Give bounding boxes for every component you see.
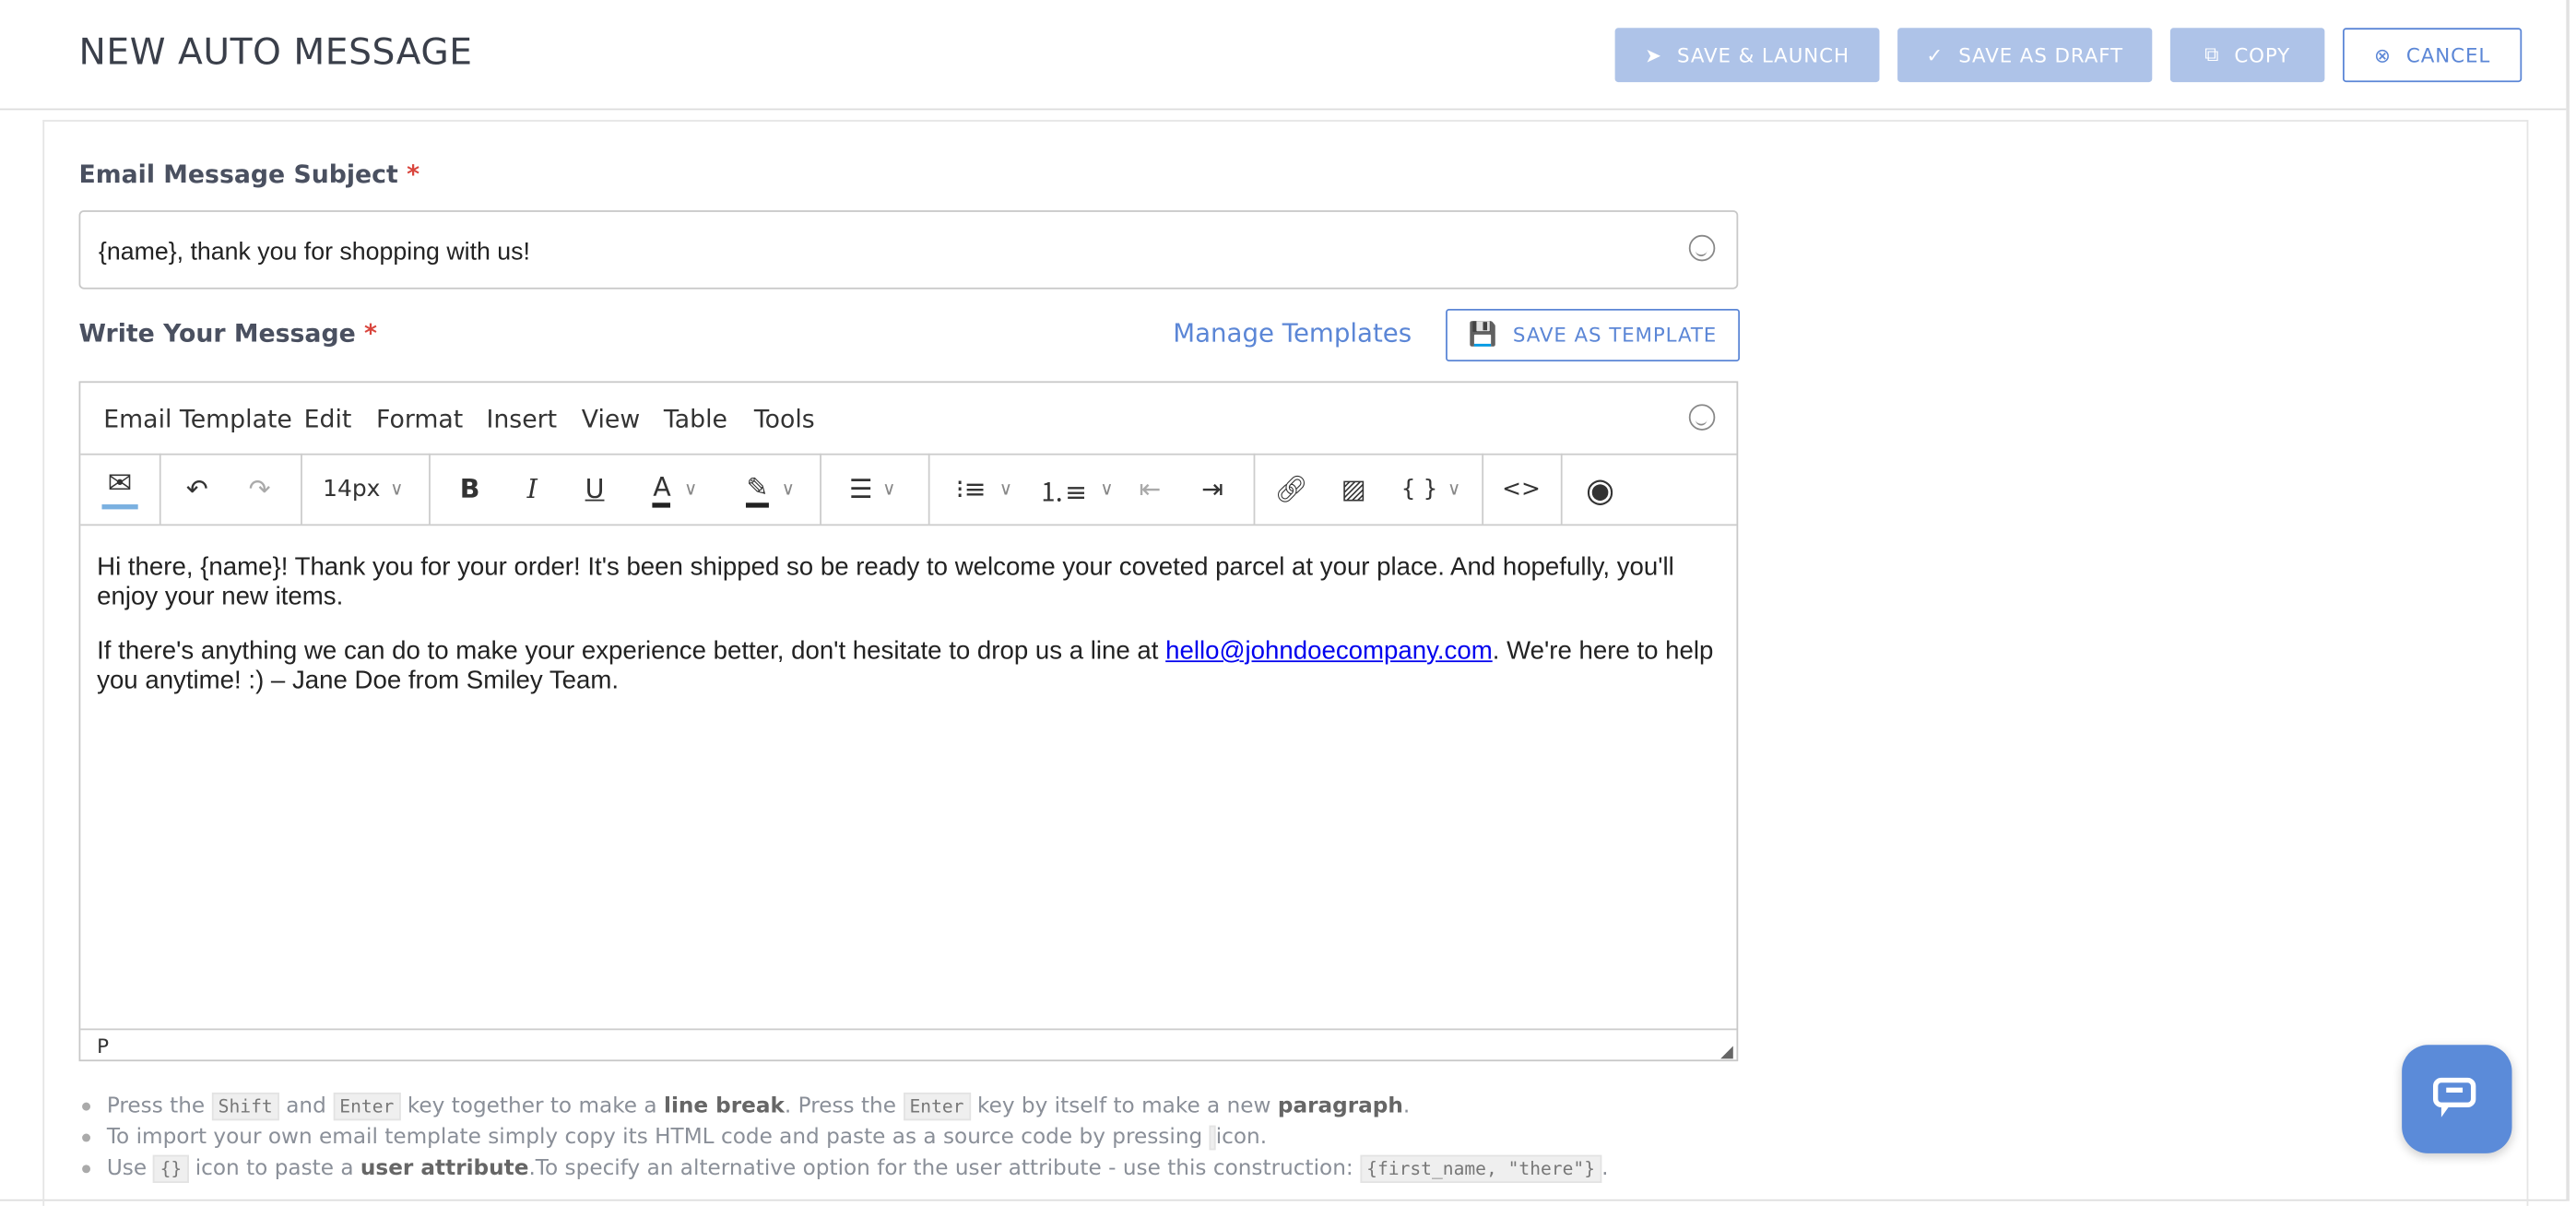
cancel-button[interactable]: ⊗ CANCEL [2342, 28, 2523, 83]
user-attribute-icon[interactable]: { } ∨ [1391, 454, 1471, 525]
floppy-disk-icon: 💾 [1468, 322, 1498, 349]
paper-plane-icon: ➤ [1645, 43, 1662, 67]
outdent-icon[interactable]: ⇤ [1128, 454, 1171, 525]
help-notes: Press the Shift and Enter key together t… [79, 1091, 1609, 1185]
subject-input[interactable]: {name}, thank you for shopping with us! [78, 210, 1739, 290]
emoji-icon[interactable] [1688, 404, 1716, 431]
text-color-icon[interactable]: A ∨ [636, 454, 715, 525]
editor-toolbar: ✉ ↶ ↷ 14px ∨ B I U A ∨ ✎ ∨ ☰ ∨ ⁝≡ ∨ ⒈≡ ∨ ⇤ ⇥ 🔗… [80, 453, 1737, 526]
emoji-icon[interactable] [1688, 234, 1716, 262]
email-link[interactable]: hello@johndoecompany.com [1165, 637, 1493, 665]
chat-widget-button[interactable] [2402, 1045, 2512, 1153]
menu-format[interactable]: Format [376, 404, 463, 433]
copy-icon: ⧉ [2204, 42, 2220, 66]
numbered-list-icon[interactable]: ⒈≡ ∨ [1036, 454, 1116, 525]
menu-table[interactable]: Table [664, 404, 727, 433]
bullet-list-icon[interactable]: ⁝≡ ∨ [945, 454, 1024, 525]
subject-label: Email Message Subject * [78, 159, 420, 189]
page-title: NEW AUTO MESSAGE [78, 32, 473, 75]
message-label: Write Your Message * [78, 318, 378, 349]
undo-icon[interactable]: ↶ [172, 454, 221, 525]
element-path[interactable]: P [97, 1035, 109, 1058]
email-template-icon[interactable]: ✉ [90, 454, 149, 525]
copy-button[interactable]: ⧉ COPY [2169, 28, 2325, 83]
message-paragraph: If there's anything we can do to make yo… [97, 637, 1714, 695]
chevron-down-icon: ∨ [390, 478, 404, 500]
highlight-color-icon[interactable]: ✎ ∨ [727, 454, 813, 525]
editor-statusbar: P ◢ [80, 1028, 1737, 1062]
menu-view[interactable]: View [582, 404, 640, 433]
header: NEW AUTO MESSAGE ➤ SAVE & LAUNCH ✓ SAVE AS… [0, 0, 2567, 111]
editor-content[interactable]: Hi there, {name}! Thank you for your ord… [97, 554, 1715, 722]
indent-icon[interactable]: ⇥ [1191, 454, 1234, 525]
rich-text-editor: Email Template Edit Format Insert View T… [78, 381, 1739, 1062]
align-icon[interactable]: ☰ ∨ [836, 454, 908, 525]
check-icon: ✓ [1926, 43, 1944, 67]
note-item: Use {} icon to paste a user attribute.To… [79, 1153, 1609, 1185]
note-item: Press the Shift and Enter key together t… [79, 1091, 1609, 1122]
font-size-select[interactable]: 14px ∨ [313, 454, 412, 525]
underline-icon[interactable]: U [573, 454, 616, 525]
save-and-launch-button[interactable]: ➤ SAVE & LAUNCH [1614, 28, 1880, 83]
link-icon[interactable]: 🔗︎ [1267, 454, 1316, 525]
preview-eye-icon[interactable]: ◉ [1576, 454, 1625, 525]
menu-edit[interactable]: Edit [304, 404, 352, 433]
message-paragraph: Hi there, {name}! Thank you for your ord… [97, 553, 1674, 611]
resize-handle-icon[interactable]: ◢ [1720, 1044, 1733, 1062]
menu-email-template[interactable]: Email Template [103, 404, 292, 433]
image-icon[interactable]: ▨ [1329, 454, 1378, 525]
save-as-draft-button[interactable]: ✓ SAVE AS DRAFT [1897, 28, 2153, 83]
italic-icon[interactable]: I [511, 454, 553, 525]
note-item: To import your own email template simply… [79, 1122, 1609, 1153]
bold-icon[interactable]: B [448, 454, 490, 525]
editor-menubar: Email Template Edit Format Insert View T… [80, 383, 1737, 455]
menu-insert[interactable]: Insert [486, 404, 557, 433]
menu-tools[interactable]: Tools [754, 404, 815, 433]
manage-templates-link[interactable]: Manage Templates [1173, 319, 1412, 349]
close-circle-icon: ⊗ [2374, 43, 2392, 67]
redo-icon[interactable]: ↷ [235, 454, 284, 525]
source-code-icon[interactable]: <> [1496, 454, 1545, 525]
save-as-template-button[interactable]: 💾 SAVE AS TEMPLATE [1446, 308, 1741, 362]
